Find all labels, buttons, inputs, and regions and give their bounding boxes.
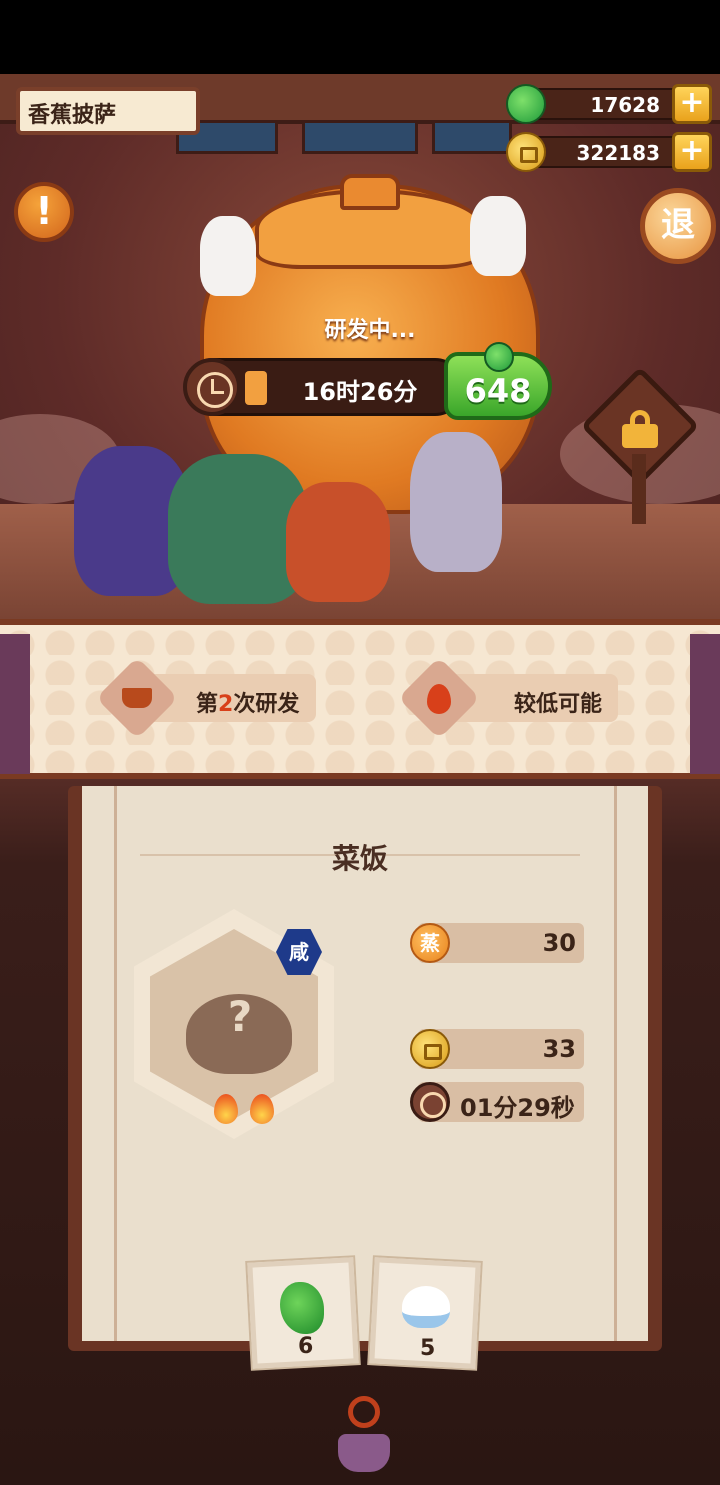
dish-name-box: 香蕉披萨 bbox=[16, 87, 200, 135]
game-screen: 研发中... 16时26分 648 香蕉披萨 17628 + 322183 + … bbox=[0, 74, 720, 1485]
recipe-title: 菜饭 bbox=[331, 842, 388, 875]
banner-ribbon bbox=[690, 634, 720, 774]
jade-counter: 17628 + bbox=[506, 84, 712, 124]
banner-ribbon bbox=[0, 634, 30, 774]
steam-icon: 蒸 bbox=[410, 923, 450, 963]
jade-icon bbox=[506, 84, 546, 124]
time-remaining: 16时26分 bbox=[302, 378, 418, 406]
clock-icon bbox=[183, 358, 241, 416]
clock-icon bbox=[410, 1082, 450, 1122]
window bbox=[432, 120, 512, 154]
unknown-dish-mark: ? bbox=[227, 992, 253, 1041]
coin-icon bbox=[506, 132, 546, 172]
rice-bowl-icon bbox=[402, 1286, 450, 1328]
speedup-button[interactable]: 648 bbox=[444, 342, 552, 420]
exit-button[interactable]: 退 bbox=[640, 188, 716, 264]
coin-value: 322183 bbox=[576, 141, 661, 165]
add-jade-button[interactable]: + bbox=[672, 84, 712, 124]
cook-time: 01分29秒 bbox=[460, 1094, 575, 1122]
research-status: 研发中... bbox=[324, 318, 416, 343]
heat-flame-icon bbox=[250, 1094, 274, 1124]
heat-flame-icon bbox=[214, 1094, 238, 1124]
attempt-number: 2 bbox=[218, 692, 234, 717]
pot-knob bbox=[340, 174, 400, 210]
scroll-border bbox=[114, 786, 117, 1341]
flame-icon bbox=[427, 684, 451, 714]
ingredient-count: 6 bbox=[298, 1334, 314, 1359]
character-tea-girl[interactable] bbox=[286, 482, 390, 602]
lock-icon bbox=[622, 410, 658, 448]
scroll-border bbox=[614, 786, 617, 1341]
success-probability: 较低可能 bbox=[514, 692, 603, 717]
coin-reward: 33 bbox=[542, 1035, 576, 1063]
timer-progress bbox=[245, 371, 267, 405]
rabbit-left bbox=[200, 216, 256, 296]
speedup-cost: 648 bbox=[464, 372, 532, 410]
coin-icon bbox=[410, 1029, 450, 1069]
chinese-knot-ornament bbox=[334, 1396, 394, 1472]
ingredient-count: 5 bbox=[420, 1336, 436, 1361]
attempt-count: 第2次研发 bbox=[196, 686, 299, 718]
add-coins-button[interactable]: + bbox=[672, 132, 712, 172]
coin-counter: 322183 + bbox=[506, 132, 712, 172]
info-button[interactable]: ! bbox=[14, 182, 74, 242]
sign-pole bbox=[632, 454, 646, 524]
research-timer: 16时26分 bbox=[183, 358, 464, 416]
attempt-prefix: 第 bbox=[196, 692, 219, 717]
jade-value: 17628 bbox=[590, 93, 660, 117]
rabbit-right bbox=[470, 196, 526, 276]
window bbox=[302, 120, 418, 154]
steam-value: 30 bbox=[542, 929, 576, 957]
pot-icon bbox=[122, 688, 152, 708]
character-turban-man[interactable] bbox=[410, 432, 502, 572]
attempt-suffix: 次研发 bbox=[233, 692, 300, 717]
jade-icon bbox=[484, 342, 514, 372]
kitchen-scene: 研发中... 16时26分 648 香蕉披萨 17628 + 322183 + … bbox=[0, 74, 720, 619]
